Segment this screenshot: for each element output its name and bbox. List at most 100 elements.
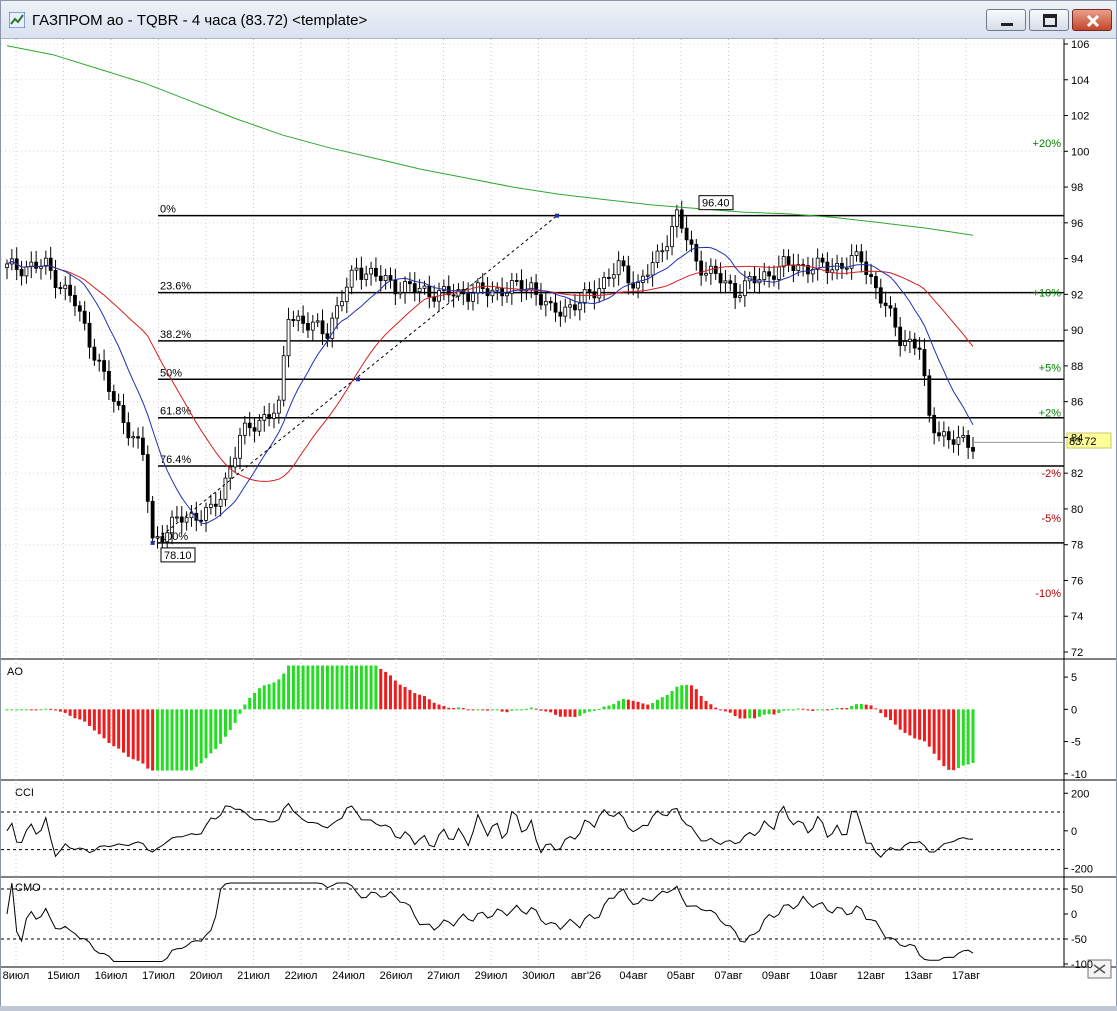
percent-level-label: +20%: [1033, 138, 1062, 150]
price-axis-label: 106: [1071, 39, 1089, 51]
ao-bar: [422, 696, 426, 710]
candle-body: [679, 209, 684, 229]
ao-bar: [830, 709, 834, 711]
ao-bar: [136, 709, 140, 761]
candle-body: [165, 532, 170, 543]
price-axis-label: 94: [1071, 254, 1083, 266]
ao-bar: [427, 699, 431, 710]
candle-body: [597, 288, 602, 299]
price-axis-label: 98: [1071, 182, 1083, 194]
cci-axis-label: -200: [1071, 863, 1093, 875]
ao-bar: [350, 665, 354, 710]
fib-level-label: 23.6%: [160, 281, 191, 293]
candle-body: [233, 457, 238, 468]
candle-body: [141, 437, 145, 455]
ao-bar: [388, 675, 392, 710]
ao-bar: [689, 685, 693, 710]
candle-body: [626, 265, 631, 284]
ao-bar: [122, 709, 126, 753]
ao-bar: [29, 709, 33, 711]
percent-level-label: -5%: [1041, 513, 1061, 525]
ao-axis-label: -10: [1071, 769, 1087, 781]
candle-body: [961, 435, 966, 438]
ao-bar: [524, 708, 528, 710]
price-axis-label: 84: [1071, 432, 1083, 444]
ao-bar: [369, 665, 373, 710]
candle-body: [932, 414, 937, 434]
ao-bar: [165, 709, 169, 771]
ao-bar: [126, 709, 130, 757]
ao-bar: [131, 709, 135, 760]
ao-bar: [636, 701, 640, 710]
ao-bar: [733, 709, 737, 716]
window-title: ГАЗПРОМ ао - TQBR - 4 часа (83.72) <temp…: [32, 12, 368, 29]
ao-bar: [850, 706, 854, 710]
ao-bar: [966, 709, 970, 765]
ao-bar: [291, 665, 295, 710]
candle-body: [97, 359, 102, 362]
ao-bar: [151, 709, 155, 771]
ao-bar: [316, 665, 320, 710]
candle-body: [844, 267, 849, 270]
ao-bar: [330, 665, 334, 710]
candle-body: [966, 435, 971, 448]
ao-bar: [117, 709, 121, 749]
chart-area[interactable]: AO CCI CMO 83.72 106 104 102 100 98 96 94 92 90 8…: [1, 39, 1116, 1006]
ao-bar: [287, 665, 291, 710]
candle-body: [893, 307, 898, 328]
trend-line-anchor: [555, 213, 559, 218]
candle-body: [68, 284, 73, 296]
ao-bar: [927, 709, 931, 747]
ao-bar: [88, 709, 92, 726]
ao-bar: [859, 703, 863, 710]
ao-bar: [155, 709, 159, 771]
ao-bar: [306, 665, 310, 710]
ao-bar: [612, 704, 616, 710]
price-axis-label: 78: [1071, 540, 1083, 552]
ao-panel-title: AO: [7, 666, 23, 678]
minimize-button[interactable]: [986, 9, 1026, 31]
candle-body: [213, 503, 218, 507]
candle-body: [24, 266, 29, 277]
ao-bar: [748, 709, 752, 719]
ao-bar: [869, 705, 873, 710]
candle-body: [262, 414, 267, 421]
ao-bar: [15, 709, 19, 711]
low-price-label: 78.10: [164, 550, 192, 562]
time-axis-label: 8июл: [3, 970, 30, 982]
candle-body: [92, 346, 97, 361]
candle-body: [267, 414, 272, 419]
candle-body: [820, 257, 825, 263]
ao-bar: [267, 684, 271, 710]
candle-body: [941, 431, 946, 437]
candle-body: [548, 300, 553, 304]
ao-bar: [825, 709, 829, 711]
ao-bar: [345, 665, 349, 710]
ao-bar: [296, 665, 300, 710]
ao-bar: [54, 709, 58, 711]
candle-body: [684, 227, 689, 241]
price-axis-label: 92: [1071, 289, 1083, 301]
candle-body: [412, 283, 417, 293]
ao-bar: [602, 706, 606, 710]
ao-bar: [248, 697, 252, 710]
ao-bar: [243, 704, 247, 710]
close-button[interactable]: [1072, 9, 1112, 31]
ao-bar: [97, 709, 101, 735]
title-bar[interactable]: ГАЗПРОМ ао - TQBR - 4 часа (83.72) <temp…: [1, 1, 1116, 39]
maximize-button[interactable]: [1029, 9, 1069, 31]
candle-body: [840, 262, 844, 269]
ao-bar: [374, 665, 378, 710]
ao-bar: [854, 704, 858, 710]
maximize-icon: [1043, 14, 1057, 27]
ao-bar: [932, 709, 936, 754]
fib-level-label: 100%: [160, 531, 188, 543]
ao-bar: [223, 709, 227, 737]
ao-bar: [510, 709, 514, 711]
ao-bar: [845, 708, 849, 710]
chart-canvas[interactable]: AO CCI CMO 83.72 10610410210098969492908…: [1, 39, 1116, 1006]
ao-bar: [937, 709, 941, 761]
ao-bar: [233, 709, 237, 723]
ao-bar: [738, 709, 742, 719]
candle-body: [558, 311, 563, 317]
